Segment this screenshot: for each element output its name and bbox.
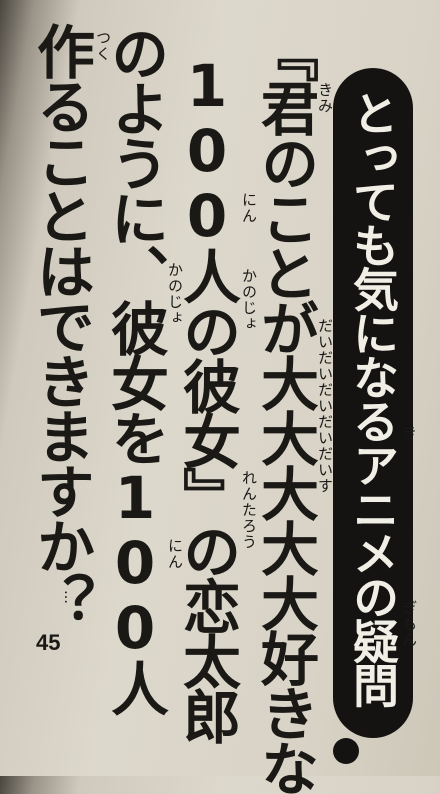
ruby-gimon: ぎもん [400, 600, 418, 648]
ruby-tsuku: つく [94, 30, 112, 62]
trailing-ellipsis: … [61, 590, 77, 604]
exclamation-dot [333, 738, 359, 764]
ruby-daisuki: だいだいだいだいだいす [316, 318, 334, 494]
ruby-nin-2: にん [166, 538, 184, 570]
ruby-kanojo-1: かのじょ [240, 268, 258, 332]
page-number: 45 [36, 630, 61, 655]
body-column-4: 作ることはできますか？ [27, 22, 95, 627]
ruby-nin-1: にん [240, 192, 258, 224]
body-column-3: のように、彼女を100人 [101, 24, 169, 714]
ruby-kimi: きみ [316, 82, 334, 114]
ruby-rentarou: れんたろう [240, 470, 258, 550]
body-column-1: 『君のことが大大大大大好きな [251, 24, 319, 794]
ruby-kanojo-2: かのじょ [166, 262, 184, 326]
ruby-ki: き [400, 425, 418, 441]
body-column-2: 100人の彼女』の恋太郎 [173, 52, 241, 742]
book-page: とっても気になるアニメの疑問 き ぎもん 『君のことが大大大大大好きな 100人… [0, 0, 440, 794]
